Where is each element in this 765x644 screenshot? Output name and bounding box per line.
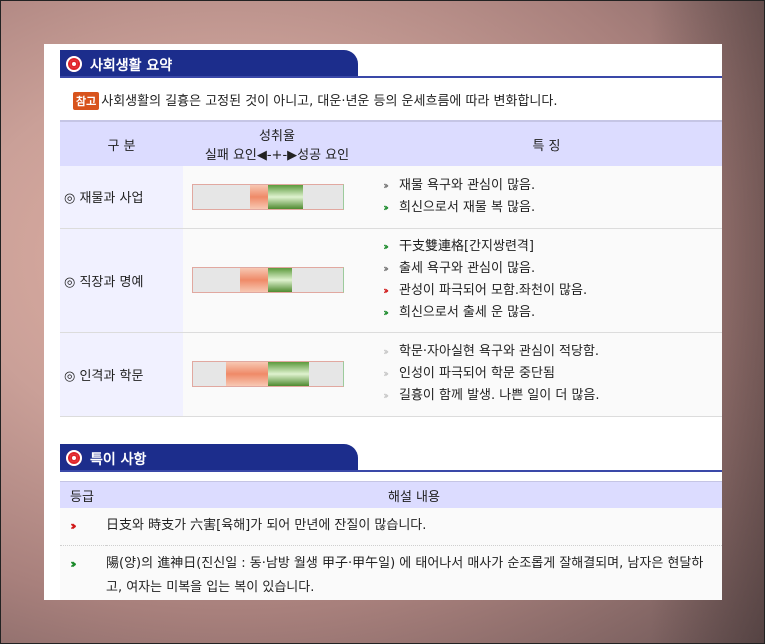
- content-panel: 사회생활 요약 참고 사회생활의 길흉은 고정된 것이 아니고, 대운·년운 등의…: [44, 44, 722, 600]
- special-row: ››› 陽(양)의 進神日(진신일 : 동·남방 월생 甲子·甲午일) 에 태어나…: [60, 545, 722, 600]
- note-badge: 참고: [73, 92, 100, 110]
- feature-text: 희신으로서 출세 운 많음.: [399, 305, 536, 320]
- header-features: 특 징: [371, 120, 722, 166]
- rate-bar-track: [192, 361, 344, 387]
- feature-item: ›› 출세 욕구와 관심이 많음.: [383, 258, 722, 280]
- summary-row: ◎ 재물과 사업 ›› 재물 욕구와 관심이 많음. ›› 희신으로서 재물 복 많음.: [60, 166, 722, 229]
- row-rate-bar: [183, 228, 371, 333]
- row-features: ›› 재물 욕구와 관심이 많음. ›› 희신으로서 재물 복 많음.: [371, 166, 722, 229]
- rate-bar-track: [192, 183, 344, 210]
- target-icon: [66, 450, 82, 466]
- double-chevron-icon: ››: [383, 200, 389, 214]
- feature-text: 희신으로서 재물 복 많음.: [399, 199, 536, 215]
- feature-item: ›› 희신으로서 재물 복 많음.: [383, 197, 722, 219]
- section-header-summary: 사회생활 요약: [60, 50, 358, 78]
- summary-row: ◎ 직장과 명예 ›› 干支雙連格[간지쌍련격] ›› 출세 욕구와 관심이 많음. ››…: [60, 228, 722, 333]
- summary-row: ◎ 인격과 학문 ›› 학문·자아실현 욕구와 관심이 적당함. ›› 인성이 파극되어…: [60, 332, 722, 417]
- note-text: 사회생활의 길흉은 고정된 것이 아니고, 대운·년운 등의 운세흐름에 따라 …: [101, 94, 558, 109]
- header-rate-title: 성취율: [259, 129, 295, 144]
- row-rate-bar: [183, 166, 371, 229]
- special-text: 日支와 時支가 六害[육해]가 되어 만년에 잔질이 많습니다.: [106, 508, 722, 546]
- double-chevron-icon: ››: [383, 262, 389, 275]
- feature-text: 관성이 파극되어 모함.좌천이 많음.: [399, 283, 588, 298]
- double-chevron-icon: ››: [383, 178, 389, 192]
- double-chevron-icon: ››: [383, 367, 389, 380]
- feature-text: 干支雙連格[간지쌍련격]: [399, 239, 534, 254]
- row-category: ◎ 직장과 명예: [60, 228, 183, 333]
- note-line: 참고 사회생활의 길흉은 고정된 것이 아니고, 대운·년운 등의 운세흐름에 따…: [73, 90, 557, 110]
- row-category: ◎ 인격과 학문: [60, 332, 183, 417]
- section-title: 특이 사항: [90, 452, 147, 468]
- target-icon: [66, 56, 82, 72]
- row-features: ›› 학문·자아실현 욕구와 관심이 적당함. ›› 인성이 파극되어 학문 중단됨 ›…: [371, 332, 722, 417]
- feature-item: ›› 관성이 파극되어 모함.좌천이 많음.: [383, 280, 722, 302]
- double-chevron-icon: ››: [383, 240, 389, 253]
- section-divider: [60, 76, 722, 78]
- row-category: ◎ 재물과 사업: [60, 166, 183, 229]
- feature-item: ›› 학문·자아실현 욕구와 관심이 적당함.: [383, 341, 722, 363]
- header-content: 해설 내용: [106, 481, 722, 508]
- special-text: 陽(양)의 進神日(진신일 : 동·남방 월생 甲子·甲午일) 에 태어나서 매…: [106, 545, 722, 600]
- special-row: ››› 日支와 時支가 六害[육해]가 되어 만년에 잔질이 많습니다.: [60, 508, 722, 546]
- rate-bar-success-segment: [268, 362, 309, 386]
- double-chevron-icon: ››: [383, 345, 389, 358]
- section-header-special: 특이 사항: [60, 444, 358, 472]
- feature-item: ›› 干支雙連格[간지쌍련격]: [383, 236, 722, 258]
- feature-text: 재물 욕구와 관심이 많음.: [399, 177, 536, 193]
- rate-bar-failure-segment: [250, 184, 268, 209]
- rate-bar-success-segment: [268, 268, 292, 292]
- feature-text: 길흉이 함께 발생. 나쁜 일이 더 많음.: [399, 388, 600, 403]
- double-chevron-icon: ››: [383, 389, 389, 402]
- feature-item: ›› 인성이 파극되어 학문 중단됨: [383, 363, 722, 385]
- header-rate-scale: 실패 요인◀-+-▶성공 요인: [204, 148, 350, 163]
- rate-bar-success-segment: [268, 184, 303, 209]
- summary-table: 구 분 성취율 실패 요인◀-+-▶성공 요인 특 징 ◎ 재물과 사업 ›› 재물…: [60, 120, 722, 417]
- feature-item: ›› 재물 욕구와 관심이 많음.: [383, 175, 722, 197]
- triple-chevron-icon: ›››: [70, 557, 77, 571]
- section-divider: [60, 470, 722, 472]
- row-rate-bar: [183, 332, 371, 417]
- triple-chevron-icon: ›››: [70, 519, 77, 533]
- feature-text: 출세 욕구와 관심이 많음.: [399, 261, 536, 276]
- feature-text: 인성이 파극되어 학문 중단됨: [399, 366, 555, 381]
- header-rate: 성취율 실패 요인◀-+-▶성공 요인: [183, 120, 371, 166]
- feature-text: 학문·자아실현 욕구와 관심이 적당함.: [399, 344, 600, 359]
- special-table: 등급 해설 내용 ››› 日支와 時支가 六害[육해]가 되어 만년에 잔질이 많…: [60, 481, 722, 600]
- rate-bar-failure-segment: [226, 362, 268, 386]
- double-chevron-icon: ››: [383, 284, 389, 297]
- feature-item: ›› 희신으로서 출세 운 많음.: [383, 302, 722, 324]
- rate-bar-track: [192, 267, 344, 293]
- double-chevron-icon: ››: [383, 306, 389, 319]
- special-grade: ›››: [60, 508, 106, 546]
- feature-item: ›› 길흉이 함께 발생. 나쁜 일이 더 많음.: [383, 385, 722, 407]
- row-features: ›› 干支雙連格[간지쌍련격] ›› 출세 욕구와 관심이 많음. ›› 관성이 파극되어…: [371, 228, 722, 333]
- section-title: 사회생활 요약: [90, 58, 173, 74]
- special-grade: ›››: [60, 545, 106, 600]
- header-grade: 등급: [60, 481, 106, 508]
- rate-bar-failure-segment: [239, 268, 268, 292]
- header-category: 구 분: [60, 120, 183, 166]
